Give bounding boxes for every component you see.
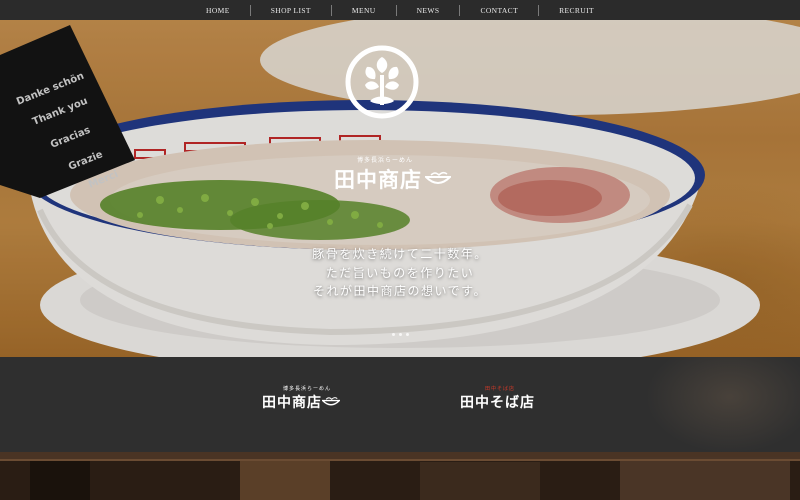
slider-dot-2[interactable]	[399, 333, 402, 336]
slider-dot-1[interactable]	[392, 333, 395, 336]
brand-link-left-name-text: 田中商店	[262, 395, 322, 411]
slider-pagination	[392, 333, 409, 336]
brand-link-left-name: 田中商店	[262, 392, 352, 412]
band-background-photo	[570, 357, 800, 452]
ramen-bowl-icon	[425, 171, 451, 184]
interior-photo	[0, 452, 800, 500]
brand-link-tanaka-soba[interactable]: 田中そば店 田中そば店	[460, 385, 540, 411]
nav-contact[interactable]: CONTACT	[459, 4, 538, 16]
nav-shop-list[interactable]: SHOP LIST	[249, 4, 331, 16]
crest-logo-icon	[345, 45, 419, 119]
top-navigation: HOME SHOP LIST MENU NEWS CONTACT RECRUIT	[0, 0, 800, 20]
brand-link-left-subtitle: 博多長浜らーめん	[282, 386, 331, 392]
brand-link-tanaka-shoten[interactable]: 博多長浜らーめん 田中商店	[262, 385, 352, 411]
tagline-line-2: ただ旨いものを作りたい	[325, 265, 475, 280]
ramen-bowl-icon	[322, 397, 340, 406]
brand-link-right-subtitle: 田中そば店	[484, 386, 515, 392]
hero-tagline: 豚骨を炊き続けて二十数年。 ただ旨いものを作りたい それが田中商店の想いです。	[250, 245, 550, 301]
bottom-photo-strip	[0, 452, 800, 500]
nav-recruit[interactable]: RECRUIT	[538, 4, 614, 16]
hero-brand-name-text: 田中商店	[334, 167, 422, 192]
brand-links-section: 博多長浜らーめん 田中商店 田中そば店 田中そば店	[0, 357, 800, 452]
hero-brand-subtitle: 博多長浜らーめん	[356, 157, 413, 164]
nav-home[interactable]: HOME	[186, 5, 250, 16]
hero-slider: Danke schön Thank you Gracias Grazie Mer…	[0, 20, 800, 357]
slider-dot-3[interactable]	[406, 333, 409, 336]
nav-news[interactable]: NEWS	[395, 4, 460, 16]
tagline-line-3: それが田中商店の想いです。	[313, 284, 487, 298]
tagline-line-1: 豚骨を炊き続けて二十数年。	[312, 247, 488, 261]
hero-brand-name: 田中商店	[334, 164, 464, 194]
brand-link-right-name: 田中そば店	[460, 395, 535, 411]
nav-menu[interactable]: MENU	[330, 4, 396, 16]
